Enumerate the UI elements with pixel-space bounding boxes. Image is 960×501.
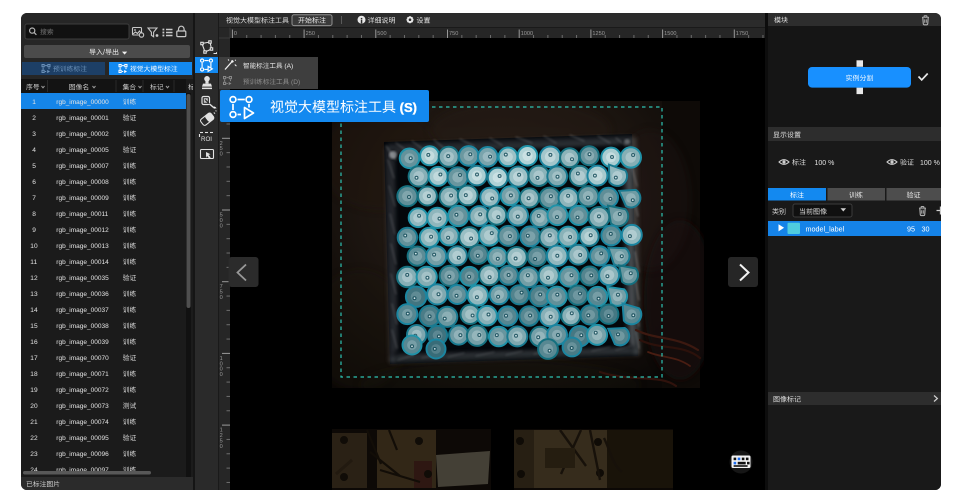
svg-text:6: 6: [32, 179, 36, 186]
svg-text:4: 4: [32, 147, 36, 154]
svg-text:rgb_image_00011: rgb_image_00011: [56, 211, 108, 218]
svg-text:rgb_image_00013: rgb_image_00013: [56, 243, 109, 250]
svg-text:rgb_image_00007: rgb_image_00007: [56, 163, 109, 170]
svg-text:15: 15: [30, 323, 38, 330]
svg-text:rgb_image_00095: rgb_image_00095: [56, 435, 109, 442]
svg-text:250: 250: [306, 31, 315, 37]
svg-text:11: 11: [30, 259, 37, 266]
svg-text:rgb_image_00096: rgb_image_00096: [56, 451, 109, 458]
svg-text:rgb_image_00039: rgb_image_00039: [56, 339, 109, 346]
svg-text:rgb_image_00070: rgb_image_00070: [56, 355, 109, 362]
svg-text:21: 21: [30, 419, 38, 426]
svg-text:5: 5: [32, 163, 36, 170]
svg-text:1500: 1500: [664, 31, 676, 37]
svg-text:1000: 1000: [521, 31, 533, 37]
svg-text:13: 13: [30, 291, 38, 298]
svg-text:rgb_image_00037: rgb_image_00037: [56, 307, 109, 314]
svg-text:/: /: [103, 50, 105, 57]
svg-text:rgb_image_00000: rgb_image_00000: [56, 99, 109, 106]
svg-text:rgb_image_00002: rgb_image_00002: [56, 131, 109, 138]
svg-text:20: 20: [30, 403, 38, 410]
svg-text:18: 18: [30, 371, 38, 378]
svg-text:3: 3: [32, 131, 36, 138]
svg-text:rgb_image_00073: rgb_image_00073: [56, 403, 109, 410]
svg-text:ROI: ROI: [201, 136, 212, 143]
svg-text:19: 19: [30, 387, 38, 394]
svg-text:17: 17: [30, 355, 38, 362]
svg-text:22: 22: [30, 435, 38, 442]
svg-text:1: 1: [32, 99, 36, 106]
svg-text:2: 2: [32, 115, 36, 122]
svg-text:0: 0: [220, 444, 223, 450]
svg-text:30: 30: [922, 224, 930, 233]
svg-text:9: 9: [32, 227, 36, 234]
svg-text:rgb_image_00012: rgb_image_00012: [56, 227, 109, 234]
svg-text:0: 0: [220, 372, 223, 378]
svg-text:rgb_image_00074: rgb_image_00074: [56, 419, 109, 426]
svg-text:rgb_image_00035: rgb_image_00035: [56, 275, 109, 282]
svg-text:rgb_image_00008: rgb_image_00008: [56, 179, 109, 186]
svg-text:10: 10: [30, 243, 38, 250]
svg-text:7: 7: [32, 195, 36, 202]
svg-text:0: 0: [234, 31, 237, 37]
svg-text:(D): (D): [289, 79, 300, 86]
svg-text:1750: 1750: [736, 31, 748, 37]
svg-text:100 %: 100 %: [920, 160, 940, 167]
svg-text:rgb_image_00071: rgb_image_00071: [56, 371, 109, 378]
svg-text:model_label: model_label: [806, 224, 845, 233]
svg-text:16: 16: [30, 339, 38, 346]
svg-text:0: 0: [220, 223, 223, 229]
svg-text:rgb_image_00001: rgb_image_00001: [56, 115, 109, 122]
svg-text:(S): (S): [396, 100, 417, 115]
svg-text:95: 95: [907, 224, 915, 233]
svg-text:rgb_image_00036: rgb_image_00036: [56, 291, 109, 298]
svg-text:(A): (A): [283, 63, 294, 70]
svg-text:12: 12: [30, 275, 38, 282]
svg-text:8: 8: [32, 211, 36, 218]
svg-text:500: 500: [377, 31, 386, 37]
svg-text:rgb_image_00072: rgb_image_00072: [56, 387, 109, 394]
svg-text:1250: 1250: [592, 31, 604, 37]
svg-text:750: 750: [449, 31, 458, 37]
svg-text:rgb_image_00009: rgb_image_00009: [56, 195, 109, 202]
svg-text:14: 14: [30, 307, 38, 314]
svg-text:23: 23: [30, 451, 38, 458]
svg-text:rgb_image_00038: rgb_image_00038: [56, 323, 109, 330]
svg-text:100 %: 100 %: [815, 160, 835, 167]
svg-text:0: 0: [220, 295, 223, 301]
svg-text:rgb_image_00014: rgb_image_00014: [56, 259, 109, 266]
svg-text:0: 0: [220, 152, 223, 158]
svg-text:rgb_image_00005: rgb_image_00005: [56, 147, 109, 154]
